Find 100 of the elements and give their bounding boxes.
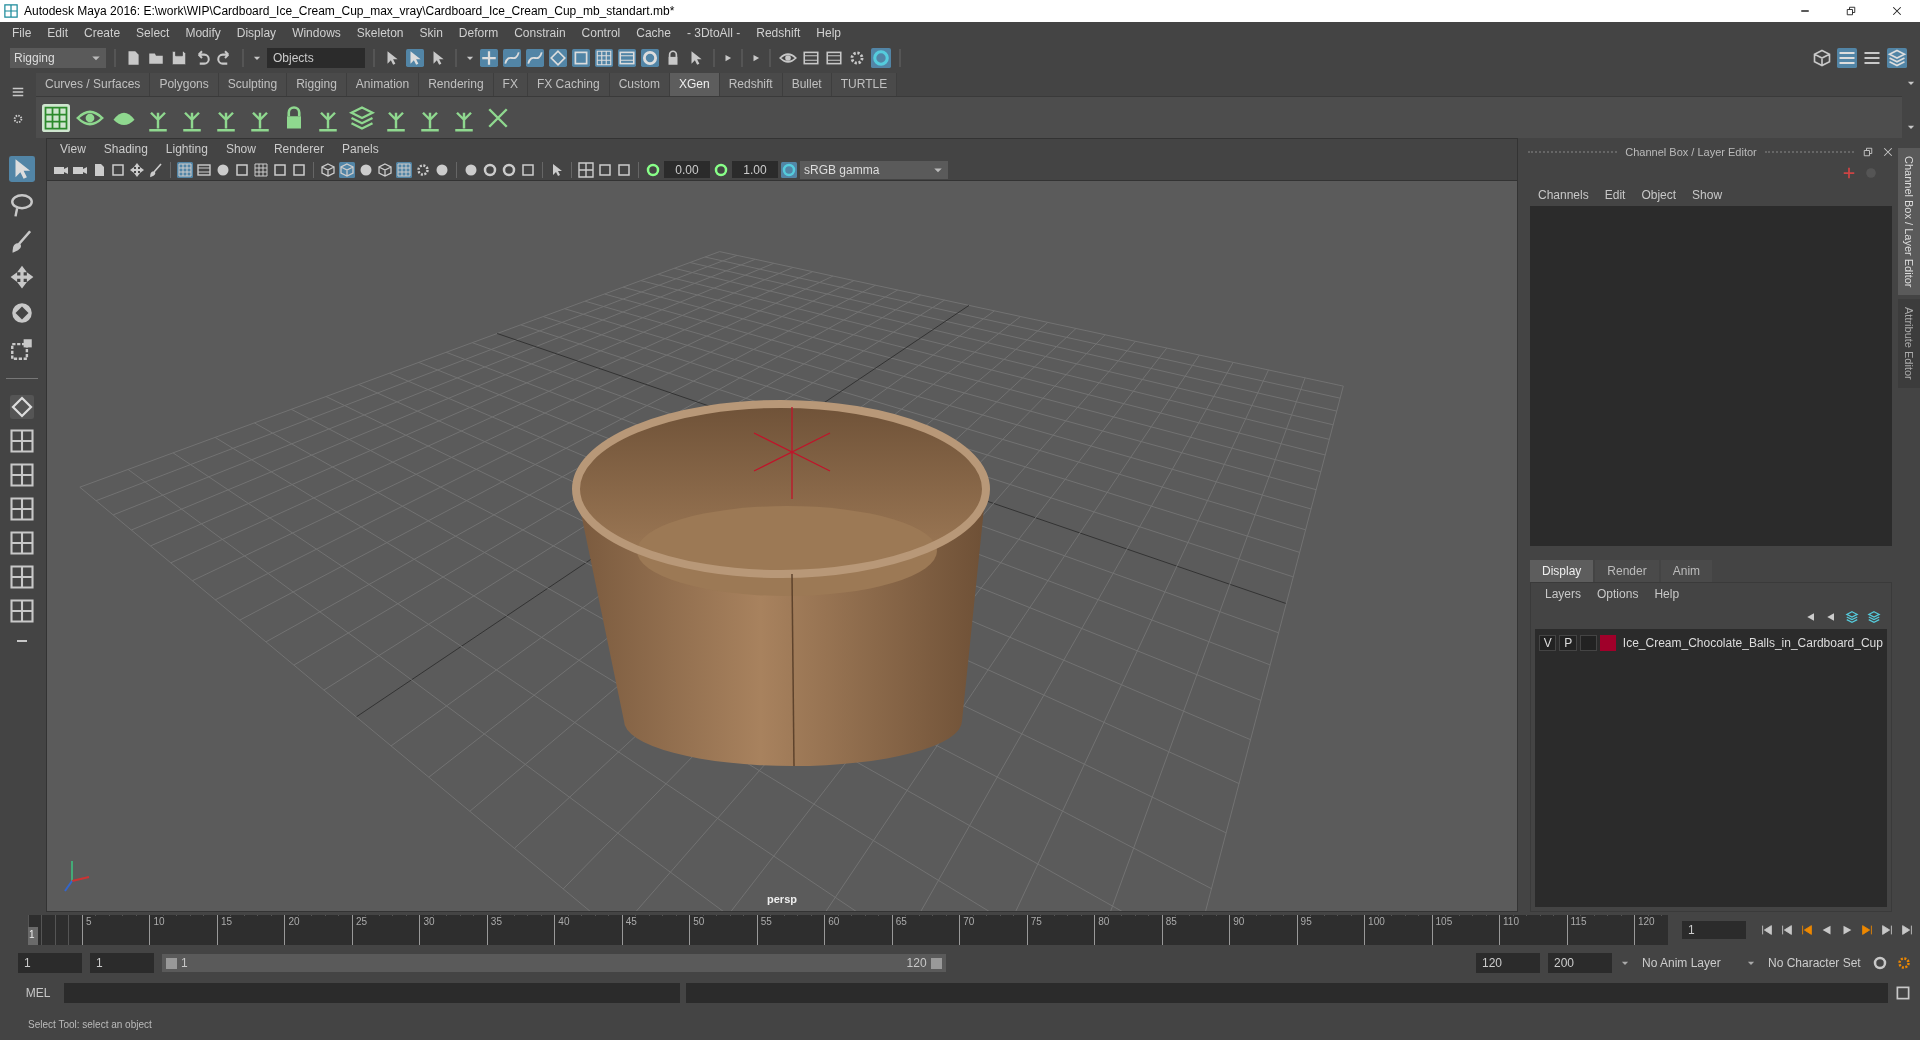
channel-menu-item[interactable]: Channels [1530, 188, 1597, 202]
menu-item[interactable]: Edit [39, 26, 77, 40]
panel-menu-item[interactable]: Show [216, 142, 265, 156]
film-icon[interactable] [196, 161, 212, 178]
menu-item[interactable]: Constrain [506, 26, 574, 40]
menu-icon[interactable] [11, 85, 25, 99]
command-language-label[interactable]: MEL [18, 986, 58, 1000]
move-layer-down-icon[interactable] [1825, 611, 1837, 623]
channel-menu-item[interactable]: Object [1633, 188, 1685, 202]
snap-point-icon[interactable] [549, 49, 567, 67]
menu-item[interactable]: Redshift [748, 26, 809, 40]
caret-icon[interactable] [751, 53, 761, 63]
menu-item[interactable]: - 3DtoAll - [678, 26, 749, 40]
menu-item[interactable]: Skin [411, 26, 451, 40]
playback-range-bar[interactable]: 1 120 [162, 954, 946, 972]
scale-tool-icon[interactable] [9, 336, 35, 362]
menu-set-dropdown[interactable]: Rigging [10, 48, 106, 68]
shelf-tab[interactable]: Rendering [419, 73, 494, 96]
move-icon[interactable] [129, 161, 145, 178]
menu-item[interactable]: Modify [177, 26, 229, 40]
range-start-marker[interactable] [166, 957, 177, 969]
playback-start-field[interactable]: 1 [90, 953, 154, 973]
square-icon[interactable] [597, 161, 613, 178]
layer-name[interactable]: Ice_Cream_Chocolate_Balls_in_Cardboard_Cup [1622, 636, 1883, 650]
grid-icon[interactable] [253, 161, 269, 178]
ring-icon[interactable] [482, 161, 498, 178]
side-tab[interactable]: Attribute Editor [1898, 299, 1920, 389]
visibility-toggle[interactable]: V [1539, 635, 1557, 651]
menu-item[interactable]: Skeleton [348, 26, 412, 40]
shelf-tab[interactable]: FX [493, 73, 528, 96]
menu-item[interactable]: Help [808, 26, 849, 40]
cube-icon[interactable] [320, 161, 336, 178]
shelf-tab[interactable]: Animation [346, 73, 420, 96]
shelf-tab[interactable]: Curves / Surfaces [36, 73, 151, 96]
float-icon[interactable] [1862, 146, 1874, 158]
panel-menu-item[interactable]: Panels [332, 142, 388, 156]
shelf-tab[interactable]: Rigging [287, 73, 347, 96]
layer-tab[interactable]: Render [1595, 560, 1659, 582]
shelf-tab[interactable]: Bullet [782, 73, 832, 96]
caret-icon[interactable] [723, 53, 733, 63]
brush-icon[interactable] [148, 161, 164, 178]
move-layer-up-icon[interactable] [1805, 611, 1817, 623]
modeling-toolkit-icon[interactable] [1812, 48, 1832, 68]
gamma-field[interactable]: 1.00 [732, 161, 778, 178]
step-back-key-icon[interactable] [1780, 923, 1794, 937]
shelf-tab[interactable]: Custom [609, 73, 670, 96]
cube-icon[interactable] [377, 161, 393, 178]
snap-curve-icon[interactable] [526, 49, 544, 67]
move-tool-icon[interactable] [9, 264, 35, 290]
film-icon[interactable] [618, 49, 636, 67]
menu-item[interactable]: File [4, 26, 40, 40]
new-layer-selected-icon[interactable] [1867, 610, 1881, 624]
restore-icon[interactable] [1845, 5, 1857, 17]
panel-menu-item[interactable]: View [51, 142, 95, 156]
shelf-tab[interactable]: XGen [669, 73, 720, 96]
lasso-tool-icon[interactable] [9, 192, 35, 218]
select-tool-icon[interactable] [9, 156, 35, 182]
square-icon[interactable] [234, 161, 250, 178]
ring-icon[interactable] [501, 161, 517, 178]
range-end-marker[interactable] [930, 957, 942, 969]
square-icon[interactable] [520, 161, 536, 178]
new-layer-icon[interactable] [1845, 610, 1859, 624]
layer-menu-item[interactable]: Layers [1537, 587, 1590, 601]
menu-item[interactable]: Select [128, 26, 178, 40]
layer-menu-item[interactable]: Options [1589, 587, 1647, 601]
side-tab[interactable]: Channel Box / Layer Editor [1898, 148, 1920, 296]
layers-icon[interactable] [348, 103, 376, 132]
menu-item[interactable]: Windows [284, 26, 349, 40]
exposure-field[interactable]: 0.00 [664, 161, 710, 178]
menu-item[interactable]: Display [228, 26, 285, 40]
close-icon[interactable] [1891, 5, 1903, 17]
shelf-tab[interactable]: FX Caching [527, 73, 610, 96]
step-back-icon[interactable] [1800, 923, 1814, 937]
panel-menu-item[interactable]: Shading [94, 142, 157, 156]
channel-menu-item[interactable]: Show [1684, 188, 1731, 202]
image-plane-icon[interactable] [110, 161, 126, 178]
settings-icon[interactable] [12, 113, 24, 125]
step-forward-icon[interactable] [1860, 923, 1874, 937]
menu-item[interactable]: Control [573, 26, 629, 40]
current-frame-field[interactable]: 1 [1682, 921, 1746, 939]
four-pane-icon[interactable] [10, 429, 34, 453]
shelf-tab[interactable]: Sculpting [218, 73, 288, 96]
panes-icon[interactable] [578, 161, 594, 178]
layer-tab[interactable]: Anim [1660, 560, 1713, 582]
panel-menu-item[interactable]: Lighting [156, 142, 217, 156]
menu-item[interactable]: Cache [628, 26, 679, 40]
cube-icon[interactable] [339, 161, 355, 178]
shelf-tab[interactable]: TURTLE [831, 73, 898, 96]
save-icon[interactable] [170, 49, 188, 67]
square-icon[interactable] [291, 161, 307, 178]
shelf-tab[interactable]: Redshift [719, 73, 783, 96]
menu-item[interactable]: Create [76, 26, 129, 40]
grid-icon[interactable] [42, 103, 70, 132]
menu-item[interactable]: Deform [450, 26, 507, 40]
grid-icon[interactable] [396, 161, 412, 178]
attribute-editor-icon[interactable] [1837, 48, 1857, 68]
script-editor-icon[interactable] [1894, 984, 1912, 1002]
snap-curve-icon[interactable] [503, 49, 521, 67]
go-to-start-icon[interactable] [1760, 923, 1774, 937]
layer-tab[interactable]: Display [1530, 560, 1594, 582]
